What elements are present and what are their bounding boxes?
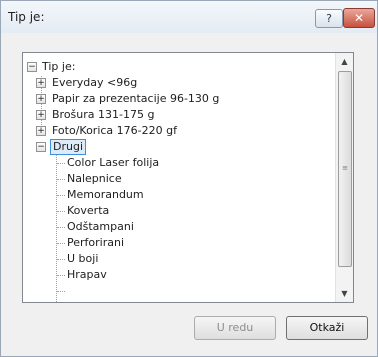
tree-root-label: Tip je:: [42, 60, 76, 73]
tree-connector: [57, 243, 65, 244]
help-button[interactable]: ?: [315, 9, 343, 28]
grip-icon: ≡: [342, 164, 348, 172]
tree-item-label: Brošura 131-175 g: [52, 108, 155, 121]
tree-connector: [57, 291, 65, 292]
tree-connector: [57, 211, 65, 212]
expand-icon[interactable]: +: [36, 126, 46, 136]
tree-connector: [57, 163, 65, 164]
tree-connector: [57, 227, 65, 228]
tree-leaf-color-laser-folija[interactable]: Color Laser folija: [67, 155, 159, 171]
tree-item-label: Everyday <96g: [52, 76, 138, 89]
expand-icon[interactable]: +: [36, 94, 46, 104]
tree-leaf-memorandum[interactable]: Memorandum: [67, 187, 144, 203]
cancel-button[interactable]: Otkaži: [286, 316, 368, 340]
scrollbar-thumb[interactable]: ≡: [338, 71, 352, 267]
tree-leaf-perforirani[interactable]: Perforirani: [67, 235, 124, 251]
close-icon: ✕: [353, 11, 365, 25]
close-button[interactable]: ✕: [343, 8, 375, 28]
tree-connector: [57, 179, 65, 180]
expand-icon[interactable]: +: [36, 78, 46, 88]
ok-button[interactable]: U redu: [194, 316, 276, 340]
tree-leaf-hrapav[interactable]: Hrapav: [67, 267, 107, 283]
title-bar: Tip je: ? ✕: [1, 1, 377, 33]
paper-type-dialog: Tip je: ? ✕ − Tip je: + Everyday <96g + …: [0, 0, 378, 357]
paper-type-tree[interactable]: − Tip je: + Everyday <96g + Papir za pre…: [22, 52, 354, 303]
collapse-icon[interactable]: −: [27, 62, 37, 72]
tree-leaf-odstampani[interactable]: Odštampani: [67, 219, 134, 235]
tree-connector: [57, 259, 65, 260]
help-icon: ?: [326, 12, 332, 25]
collapse-icon[interactable]: −: [36, 142, 46, 152]
tree-connector: [56, 155, 57, 302]
tree-connector: [57, 275, 65, 276]
scroll-up-arrow-icon[interactable]: ▲: [336, 53, 353, 70]
tree-leaf-nalepnice[interactable]: Nalepnice: [67, 171, 122, 187]
tree-item-label: Papir za prezentacije 96-130 g: [52, 92, 220, 105]
tree-leaf-u-boji[interactable]: U boji: [67, 251, 98, 267]
scroll-down-arrow-icon[interactable]: ▼: [336, 285, 353, 302]
tree-connector: [57, 195, 65, 196]
tree-leaf-koverta[interactable]: Koverta: [67, 203, 109, 219]
tree-item-label: Foto/Korica 176-220 gf: [52, 124, 177, 137]
tree-item-label-selected: Drugi: [50, 139, 87, 155]
expand-icon[interactable]: +: [36, 110, 46, 120]
vertical-scrollbar[interactable]: ▲ ≡ ▼: [335, 53, 353, 302]
dialog-title: Tip je:: [8, 10, 45, 24]
